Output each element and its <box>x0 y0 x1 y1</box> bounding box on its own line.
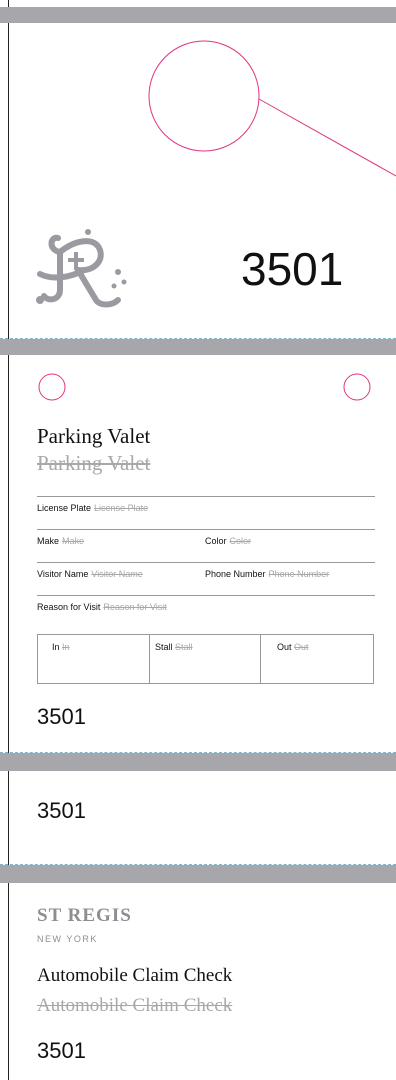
color-label: Color <box>205 536 227 546</box>
stall-placeholder: Stall <box>175 642 193 652</box>
valet-title-placeholder: Parking Valet <box>37 451 151 475</box>
make-placeholder: Make <box>62 536 85 546</box>
field-divider <box>37 496 375 497</box>
license-plate-label: License Plate <box>37 503 92 513</box>
license-plate-field[interactable]: License Plate License Plate <box>37 503 148 513</box>
in-stall-out-grid: In In Stall Stall Out Out <box>37 634 374 684</box>
make-label: Make <box>37 536 60 546</box>
color-placeholder: Color <box>229 536 252 546</box>
out-placeholder: Out <box>294 642 309 652</box>
out-cell[interactable]: Out Out <box>261 635 373 683</box>
phone-number-field[interactable]: Phone Number Phone Number <box>205 569 329 579</box>
in-cell[interactable]: In In <box>38 635 150 683</box>
claim-check-title: Automobile Claim Check <box>37 965 233 986</box>
claim-check-title-placeholder: Automobile Claim Check <box>37 995 233 1016</box>
reason-label: Reason for Visit <box>37 602 101 612</box>
stub-tag-number: 3501 <box>37 798 86 823</box>
top-tag-number: 3501 <box>241 243 344 295</box>
in-placeholder: In <box>62 642 70 652</box>
license-plate-placeholder: License Plate <box>94 503 149 513</box>
field-divider <box>37 562 375 563</box>
phone-number-placeholder: Phone Number <box>268 569 330 579</box>
phone-number-label: Phone Number <box>205 569 266 579</box>
stall-label: Stall <box>155 642 173 652</box>
visitor-name-label: Visitor Name <box>37 569 89 579</box>
claim-tag-number: 3501 <box>37 1038 86 1063</box>
color-field[interactable]: Color Color <box>205 536 251 546</box>
valet-tag-number: 3501 <box>37 704 86 729</box>
stall-cell[interactable]: Stall Stall <box>150 635 261 683</box>
visitor-name-field[interactable]: Visitor Name Visitor Name <box>37 569 143 579</box>
reason-field[interactable]: Reason for Visit Reason for Visit <box>37 602 167 612</box>
out-label: Out <box>277 642 292 652</box>
st-regis-wordmark: ST REGIS <box>37 905 132 926</box>
in-label: In <box>52 642 60 652</box>
field-divider <box>37 529 375 530</box>
visitor-name-placeholder: Visitor Name <box>91 569 143 579</box>
field-divider <box>37 595 375 596</box>
new-york-label: NEW YORK <box>37 934 98 944</box>
reason-placeholder: Reason for Visit <box>103 602 167 612</box>
make-field[interactable]: Make Make <box>37 536 84 546</box>
valet-title: Parking Valet <box>37 424 151 448</box>
